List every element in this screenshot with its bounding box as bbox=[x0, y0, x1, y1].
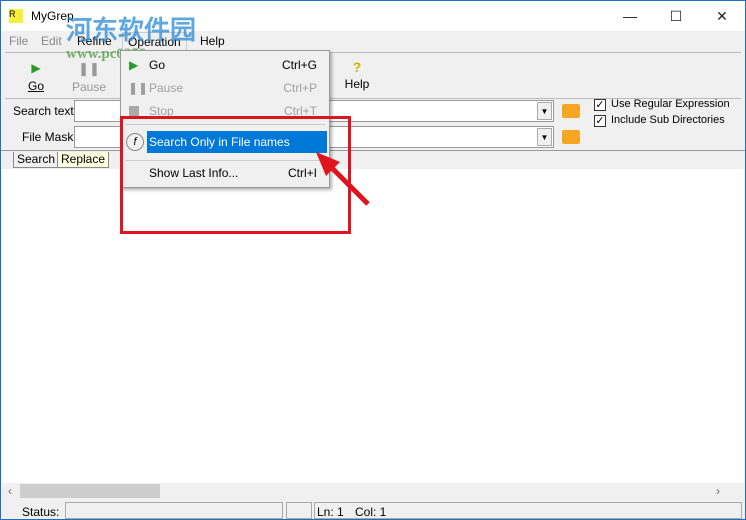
file-mask-label: File Mask: bbox=[22, 130, 77, 144]
minimize-button[interactable]: — bbox=[607, 1, 653, 31]
scroll-thumb[interactable] bbox=[20, 484, 160, 498]
pause-icon: ❚❚ bbox=[78, 61, 100, 76]
app-icon: R bbox=[9, 9, 23, 23]
scroll-left-icon[interactable]: ‹ bbox=[8, 484, 12, 498]
pause-label: Pause bbox=[71, 80, 107, 94]
pause-button[interactable]: ❚❚ Pause bbox=[71, 61, 107, 94]
menu-file[interactable]: File bbox=[9, 34, 28, 48]
tab-replace[interactable]: Replace bbox=[57, 152, 110, 168]
status-bar: Status: Ln: 1 Col: 1 bbox=[2, 500, 744, 520]
app-window: R MyGrep — ☐ ✕ File Edit Refine Operatio… bbox=[0, 0, 746, 520]
go-label: Go bbox=[27, 79, 44, 93]
column-number: Col: 1 bbox=[355, 505, 387, 519]
toolbar: ▶ Go ❚❚ Pause ? Help bbox=[5, 52, 741, 99]
scroll-right-icon[interactable]: › bbox=[716, 484, 720, 498]
help-icon: ? bbox=[352, 59, 362, 75]
go-button[interactable]: ▶ Go bbox=[21, 61, 51, 93]
menu-refine[interactable]: Refine bbox=[77, 34, 112, 48]
menu-help[interactable]: Help bbox=[200, 34, 225, 48]
window-title: MyGrep bbox=[31, 9, 74, 23]
title-bar: R MyGrep — ☐ ✕ bbox=[1, 1, 745, 31]
stop-icon bbox=[129, 106, 139, 116]
results-area[interactable] bbox=[2, 169, 744, 483]
status-value bbox=[65, 502, 283, 519]
maximize-button[interactable]: ☐ bbox=[653, 1, 699, 31]
menu-edit[interactable]: Edit bbox=[41, 34, 62, 48]
use-regex-label: Use Regular Expression bbox=[611, 98, 730, 110]
menu-item-go[interactable]: ▶ Go Ctrl+G bbox=[121, 54, 329, 76]
tab-search[interactable]: Search bbox=[13, 152, 60, 168]
go-icon: ▶ bbox=[31, 61, 41, 75]
dropdown-arrow-icon[interactable]: ▼ bbox=[537, 128, 552, 146]
search-text-label: Search text: bbox=[13, 104, 78, 118]
use-regex-checkbox[interactable]: ✓ bbox=[594, 99, 606, 111]
menu-operation[interactable]: Operation bbox=[122, 32, 187, 51]
folder-open-icon[interactable] bbox=[562, 104, 580, 118]
line-number: Ln: 1 bbox=[317, 505, 344, 519]
help-label: Help bbox=[344, 77, 370, 91]
horizontal-scrollbar[interactable]: ‹ › bbox=[2, 483, 744, 499]
status-panel bbox=[286, 502, 312, 519]
include-sub-label: Include Sub Directories bbox=[611, 114, 725, 126]
go-icon: ▶ bbox=[129, 58, 139, 72]
status-label: Status: bbox=[22, 505, 60, 519]
close-button[interactable]: ✕ bbox=[699, 1, 745, 31]
pause-icon: ❚❚ bbox=[128, 81, 149, 95]
dropdown-arrow-icon[interactable]: ▼ bbox=[537, 102, 552, 120]
cursor-position: Ln: 1 Col: 1 bbox=[314, 502, 742, 519]
menu-item-pause[interactable]: ❚❚ Pause Ctrl+P bbox=[121, 77, 329, 99]
annotation-arrow bbox=[316, 152, 370, 206]
help-button[interactable]: ? Help bbox=[341, 59, 373, 91]
folder-open-icon[interactable] bbox=[562, 130, 580, 144]
include-sub-checkbox[interactable]: ✓ bbox=[594, 115, 606, 127]
